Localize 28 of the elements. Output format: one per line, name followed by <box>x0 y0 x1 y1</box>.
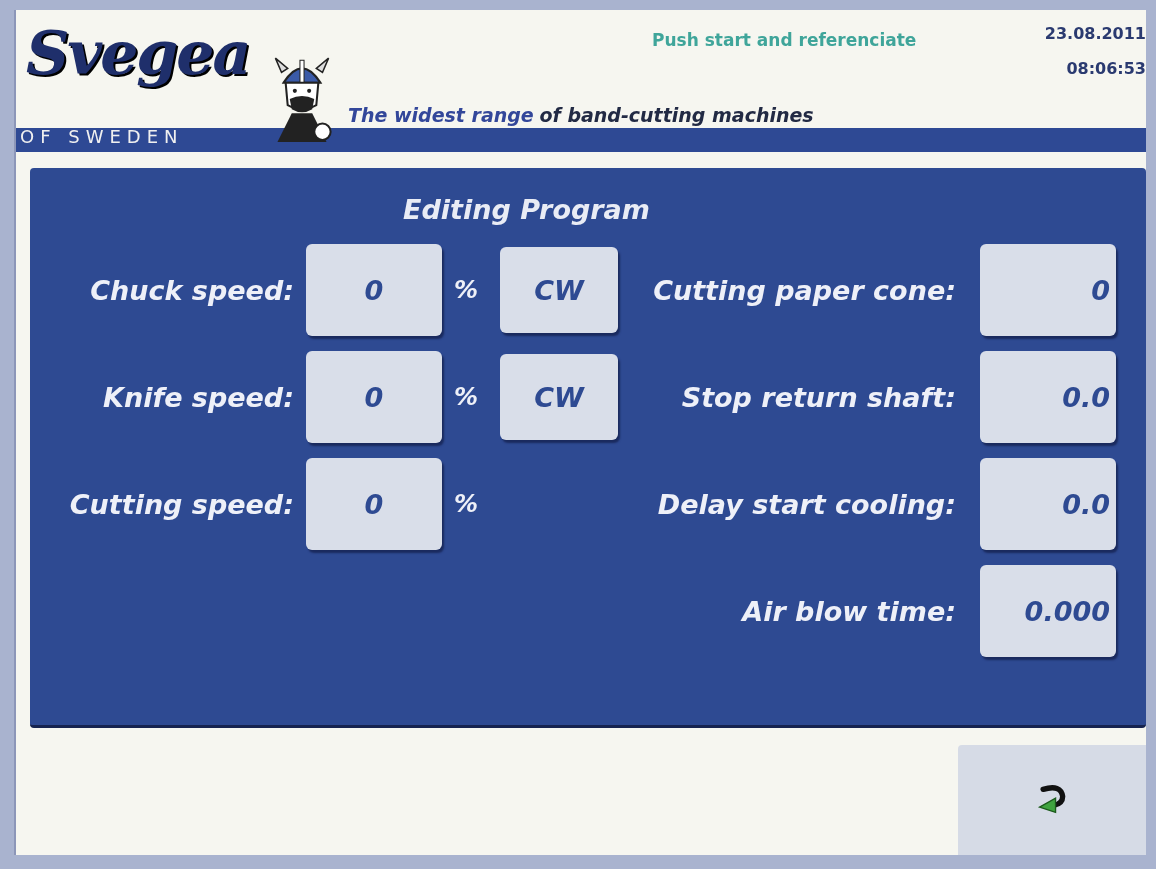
value-field[interactable]: 0 <box>306 458 442 550</box>
field-label: Cutting speed: <box>68 488 294 520</box>
unit-label: % <box>454 490 480 518</box>
time-display: 08:06:53 <box>1066 59 1146 78</box>
field-label: Cutting paper cone: <box>653 274 956 306</box>
unit-label: % <box>454 276 480 304</box>
field-label: Delay start cooling: <box>657 488 956 520</box>
field-label: Air blow time: <box>742 595 956 627</box>
return-button[interactable] <box>958 745 1146 855</box>
direction-button[interactable]: CW <box>500 247 618 333</box>
logo-subtitle: OF SWEDEN <box>20 126 184 147</box>
unit-label: % <box>454 383 480 411</box>
field-label: Chuck speed: <box>89 274 294 306</box>
value-field[interactable]: 0 <box>306 244 442 336</box>
value-field[interactable]: 0.0 <box>980 351 1116 443</box>
direction-button[interactable]: CW <box>500 354 618 440</box>
logo-wordmark: Svegea <box>26 18 250 88</box>
date-display: 23.08.2011 <box>1044 24 1146 43</box>
tagline-text: of band-cutting machines <box>539 104 814 126</box>
value-field[interactable]: 0.0 <box>980 458 1116 550</box>
value-field[interactable]: 0 <box>980 244 1116 336</box>
field-label: Stop return shaft: <box>681 381 956 413</box>
value-field[interactable]: 0 <box>306 351 442 443</box>
status-message: Push start and referenciate <box>652 30 917 50</box>
tagline-highlight: The widest range <box>348 104 534 126</box>
panel-title: Editing Program <box>403 194 651 225</box>
value-field[interactable]: 0.000 <box>980 565 1116 657</box>
field-label: Knife speed: <box>102 381 294 413</box>
